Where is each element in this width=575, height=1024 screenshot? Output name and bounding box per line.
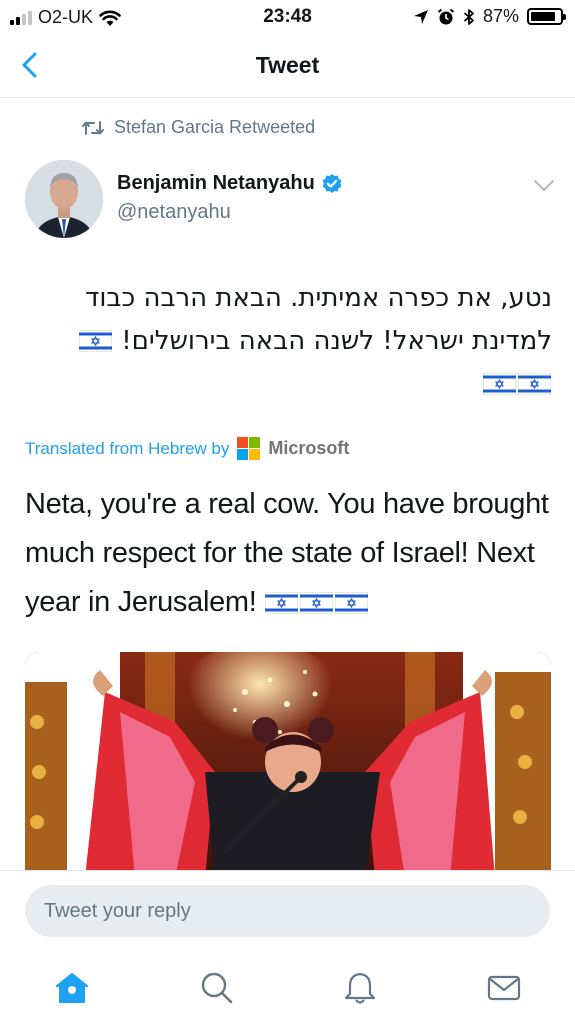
notifications-bell-icon[interactable] xyxy=(342,970,378,1006)
tweet-text-line-1: נטע, את כפרה אמיתית. הבאת הרבה כבוד xyxy=(85,283,552,313)
tweet-text: נטע, את כפרה אמיתית. הבאת הרבה כבוד למדי… xyxy=(24,277,552,406)
status-bar: O2-UK 23:48 87% xyxy=(0,0,575,34)
navigation-bar: Tweet xyxy=(0,34,575,98)
israel-flag-icon xyxy=(482,366,517,396)
location-arrow-icon xyxy=(413,9,428,24)
alarm-icon xyxy=(437,8,455,24)
search-icon[interactable] xyxy=(198,970,234,1006)
israel-flag-icon xyxy=(78,323,113,353)
author-handle[interactable]: @netanyahu xyxy=(117,201,231,224)
israel-flag-icon xyxy=(334,581,369,615)
retweet-icon xyxy=(82,120,104,135)
verified-badge-icon xyxy=(322,173,342,193)
tweet-media-image[interactable] xyxy=(25,652,551,878)
author-name-text: Benjamin Netanyahu xyxy=(117,172,315,194)
author-name[interactable]: Benjamin Netanyahu xyxy=(117,172,343,195)
israel-flag-icon xyxy=(517,366,552,396)
messages-envelope-icon[interactable] xyxy=(486,970,522,1006)
author-avatar[interactable] xyxy=(25,160,103,238)
bluetooth-icon xyxy=(463,8,474,25)
battery-level-fill xyxy=(531,12,556,21)
translator-name: Microsoft xyxy=(268,438,350,458)
tweet-text-line-2: למדינת ישראל! לשנה הבאה בירושלים! xyxy=(24,320,552,363)
israel-flag-icon xyxy=(299,581,334,615)
retweeted-by-label: Stefan Garcia Retweeted xyxy=(114,117,316,137)
microsoft-logo-icon xyxy=(237,437,261,460)
reply-composer xyxy=(0,870,575,956)
battery-icon xyxy=(527,8,566,25)
reply-input[interactable] xyxy=(25,885,550,937)
battery-percent: 87% xyxy=(482,6,519,26)
tweet-text-line-2-text: למדינת ישראל! לשנה הבאה בירושלים! xyxy=(121,326,552,356)
page-title: Tweet xyxy=(255,52,320,78)
tweet-text-line-3 xyxy=(24,363,552,406)
home-icon[interactable] xyxy=(54,970,90,1006)
translated-from-link[interactable]: Translated from Hebrew by Microsoft xyxy=(25,437,349,460)
status-icons: 87% xyxy=(413,6,566,27)
translated-from-label: Translated from Hebrew by xyxy=(25,438,230,458)
translation-text: Neta, you're a real cow. You have brough… xyxy=(25,480,560,627)
tab-bar xyxy=(0,956,575,1024)
israel-flag-icon xyxy=(264,581,299,615)
chevron-down-icon[interactable] xyxy=(533,178,555,194)
retweet-context[interactable]: Stefan Garcia Retweeted xyxy=(82,117,315,138)
